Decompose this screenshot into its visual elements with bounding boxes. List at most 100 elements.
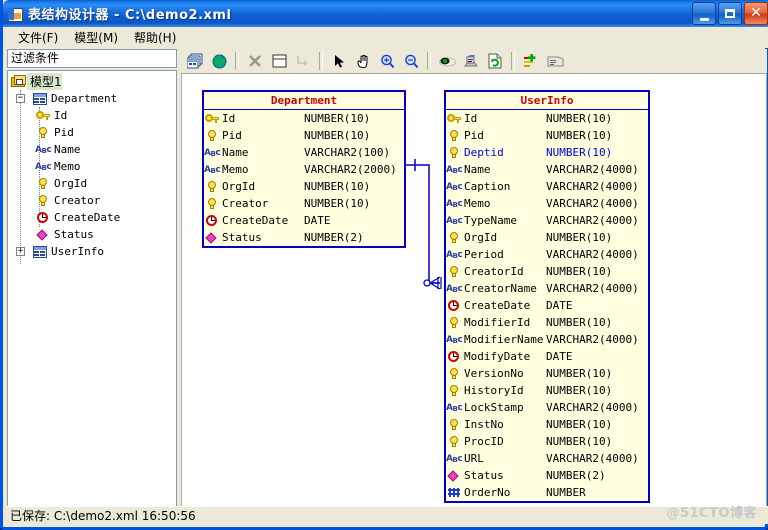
table-row-foreign-key[interactable]: Deptid NUMBER(10) <box>446 144 648 161</box>
abc-icon: ABc <box>446 181 463 192</box>
table-row[interactable]: OrgId NUMBER(10) <box>446 229 648 246</box>
tree-field-name[interactable]: ABc Name <box>35 141 81 158</box>
model-tree-panel[interactable]: 模型1 − Department Id Pid ABc Name ABc Mem… <box>7 70 177 513</box>
expander-expand-icon[interactable]: + <box>16 247 25 256</box>
table-row[interactable]: CreateDate DATE <box>204 212 404 229</box>
maximize-button[interactable] <box>718 2 742 25</box>
tree-field-createdate[interactable]: CreateDate <box>35 209 120 226</box>
table-row[interactable]: ModifierId NUMBER(10) <box>446 314 648 331</box>
tree-field-creator[interactable]: Creator <box>35 192 100 209</box>
field-name: LockStamp <box>464 401 524 414</box>
tree-item-userinfo[interactable]: + UserInfo <box>16 243 104 260</box>
relation-icon[interactable] <box>292 51 314 72</box>
toolbar-separator <box>427 52 431 70</box>
abc-icon: ABc <box>446 402 463 413</box>
table-row[interactable]: CreatorId NUMBER(10) <box>446 263 648 280</box>
abc-icon: ABc <box>446 215 463 226</box>
table-row[interactable]: Pid NUMBER(10) <box>446 127 648 144</box>
table-row[interactable]: ABc URL VARCHAR2(4000) <box>446 450 648 467</box>
window-title: 表结构设计器 - C:\demo2.xml <box>28 8 232 23</box>
tree-root-label: 模型1 <box>27 73 62 90</box>
field-name: TypeName <box>464 214 517 227</box>
table-row[interactable]: ABc Period VARCHAR2(4000) <box>446 246 648 263</box>
table-row[interactable]: Id NUMBER(10) <box>446 110 648 127</box>
table-row[interactable]: Status NUMBER(2) <box>204 229 404 246</box>
table-row[interactable]: CreateDate DATE <box>446 297 648 314</box>
field-type: NUMBER(10) <box>304 197 371 210</box>
tree-field-id[interactable]: Id <box>35 107 67 124</box>
clock-icon <box>446 299 462 313</box>
entity-field-list: Id NUMBER(10) Pid NUMBER(10) Deptid NUMB… <box>446 110 648 501</box>
table-row[interactable]: Pid NUMBER(10) <box>204 127 404 144</box>
diagram-canvas[interactable]: Department Id NUMBER(10) Pid NUMBER(10) … <box>181 74 767 513</box>
add-field-icon[interactable] <box>520 51 542 72</box>
tree-field-orgid[interactable]: OrgId <box>35 175 87 192</box>
field-type: NUMBER(10) <box>546 435 613 448</box>
field-type: DATE <box>546 350 573 363</box>
menu-help[interactable]: 帮助(H) <box>126 27 184 48</box>
field-type: VARCHAR2(4000) <box>546 197 639 210</box>
field-type: NUMBER(10) <box>546 146 613 159</box>
bulb-icon <box>446 146 462 160</box>
hand-icon[interactable] <box>352 51 374 72</box>
tree-root-model[interactable]: 模型1 <box>11 73 62 90</box>
zoom-in-icon[interactable] <box>376 51 398 72</box>
new-model-icon[interactable] <box>184 51 206 72</box>
table-row[interactable]: Id NUMBER(10) <box>204 110 404 127</box>
abc-icon: ABc <box>446 164 463 175</box>
abc-icon: ABc <box>446 198 463 209</box>
filter-input[interactable]: 过滤条件 <box>7 49 177 68</box>
import-icon[interactable] <box>460 51 482 72</box>
field-name: URL <box>464 452 484 465</box>
entity-box-userinfo[interactable]: UserInfo Id NUMBER(10) Pid NUMBER(10) De… <box>444 90 650 503</box>
menu-model[interactable]: 模型(M) <box>66 27 126 48</box>
table-row[interactable]: ABc LockStamp VARCHAR2(4000) <box>446 399 648 416</box>
delete-icon[interactable] <box>244 51 266 72</box>
field-type: VARCHAR2(4000) <box>546 180 639 193</box>
table-row[interactable]: VersionNo NUMBER(10) <box>446 365 648 382</box>
status-text: 已保存: C:\demo2.xml 16:50:56 <box>10 509 196 523</box>
field-name: Period <box>464 248 504 261</box>
tree-field-pid[interactable]: Pid <box>35 124 74 141</box>
table-row[interactable]: ABc TypeName VARCHAR2(4000) <box>446 212 648 229</box>
entity-box-department[interactable]: Department Id NUMBER(10) Pid NUMBER(10) … <box>202 90 406 248</box>
field-name: Id <box>222 112 236 125</box>
menu-file[interactable]: 文件(F) <box>10 27 66 48</box>
tree-field-memo[interactable]: ABc Memo <box>35 158 81 175</box>
table-row[interactable]: InstNo NUMBER(10) <box>446 416 648 433</box>
table-row[interactable]: Status NUMBER(2) <box>446 467 648 484</box>
expander-collapse-icon[interactable]: − <box>16 94 25 103</box>
toolbar <box>181 49 767 74</box>
table-row[interactable]: Creator NUMBER(10) <box>204 195 404 212</box>
table-icon[interactable] <box>268 51 290 72</box>
table-row[interactable]: ABc Memo VARCHAR2(4000) <box>446 195 648 212</box>
tree-field-status[interactable]: Status <box>35 226 94 243</box>
table-row[interactable]: ABc CreatorName VARCHAR2(4000) <box>446 280 648 297</box>
preview-icon[interactable] <box>436 51 458 72</box>
field-name: Deptid <box>464 146 504 159</box>
close-button[interactable]: ✕ <box>744 2 768 25</box>
table-row[interactable]: ABc Memo VARCHAR2(2000) <box>204 161 404 178</box>
refresh-doc-icon[interactable] <box>484 51 506 72</box>
table-icon <box>32 245 48 259</box>
table-row[interactable]: OrgId NUMBER(10) <box>204 178 404 195</box>
table-row[interactable]: ABc ModifierName VARCHAR2(4000) <box>446 331 648 348</box>
globe-icon[interactable] <box>208 51 230 72</box>
field-name: CreatorId <box>464 265 524 278</box>
report-icon[interactable] <box>544 51 566 72</box>
field-name: Creator <box>222 197 269 210</box>
table-row[interactable]: HistoryId NUMBER(10) <box>446 382 648 399</box>
minimize-button[interactable] <box>692 2 716 25</box>
table-row[interactable]: ProcID NUMBER(10) <box>446 433 648 450</box>
zoom-out-icon[interactable] <box>400 51 422 72</box>
table-row[interactable]: ABc Name VARCHAR2(100) <box>204 144 404 161</box>
table-row[interactable]: OrderNo NUMBER <box>446 484 648 501</box>
key-icon <box>204 112 220 126</box>
pointer-icon[interactable] <box>328 51 350 72</box>
table-row[interactable]: ABc Caption VARCHAR2(4000) <box>446 178 648 195</box>
field-name: Memo <box>222 163 249 176</box>
table-row[interactable]: ModifyDate DATE <box>446 348 648 365</box>
tree-item-department[interactable]: − Department <box>16 90 117 107</box>
tree-field-label: Id <box>54 109 68 122</box>
table-row[interactable]: ABc Name VARCHAR2(4000) <box>446 161 648 178</box>
